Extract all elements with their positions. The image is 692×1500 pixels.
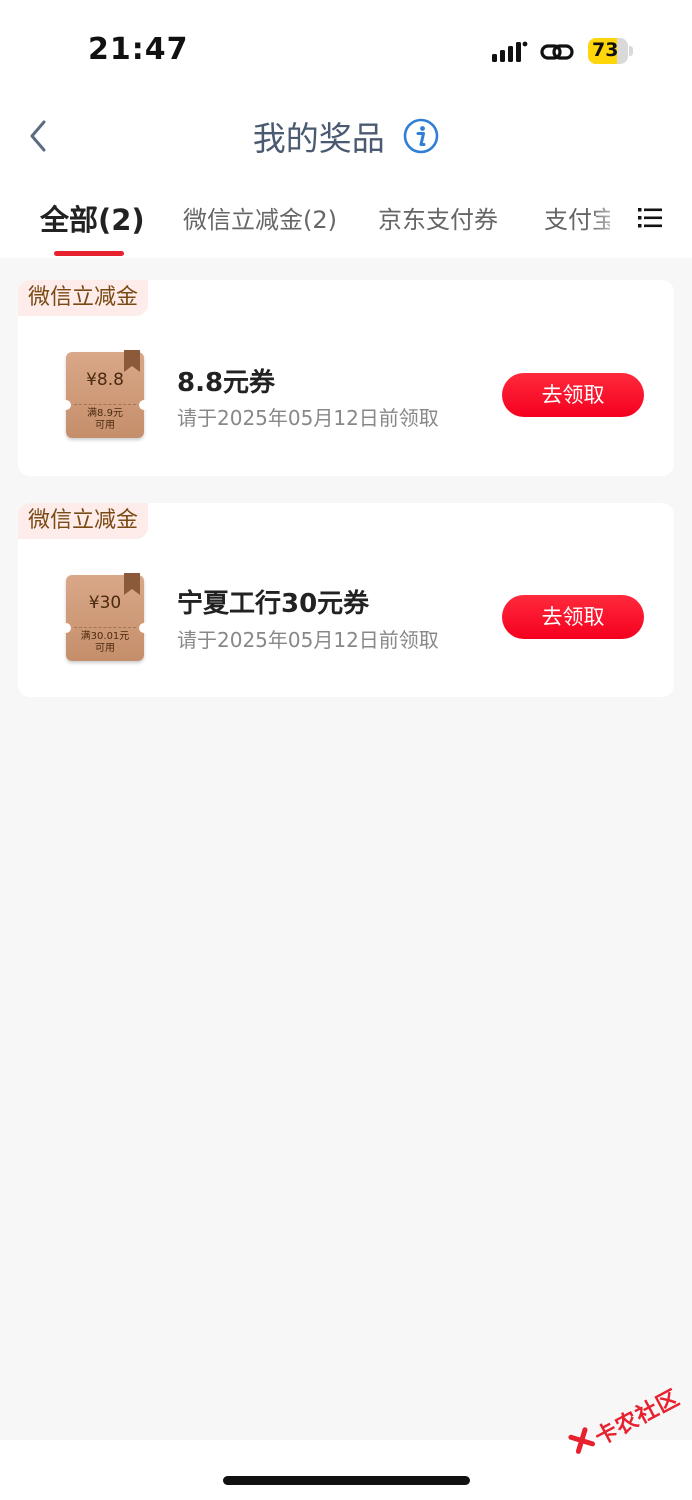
- coupon-thumbnail: ¥30 满30.01元 可用: [61, 573, 149, 661]
- coupon-ribbon-icon: [124, 573, 140, 595]
- page-title: 我的奖品: [252, 119, 385, 158]
- cellular-signal-icon: [492, 41, 528, 62]
- active-tab-indicator: [54, 251, 124, 256]
- tab-jd-pay-coupon[interactable]: 京东支付券: [378, 200, 498, 235]
- info-icon[interactable]: [403, 118, 439, 154]
- tab-bar: 全部(2) 微信立减金(2) 京东支付券 支付宝: [0, 180, 692, 258]
- battery-level: 73: [592, 39, 619, 61]
- coupon-condition-line: 可用: [95, 643, 115, 654]
- prize-title: 宁夏工行30元券: [177, 589, 370, 619]
- list-menu-icon[interactable]: [636, 204, 664, 232]
- tab-fade: [590, 180, 630, 250]
- coupon-amount: ¥8.8: [86, 370, 124, 390]
- tab-all[interactable]: 全部(2): [40, 197, 145, 239]
- prize-category-tag: 微信立减金: [18, 280, 149, 316]
- home-indicator[interactable]: [223, 1476, 470, 1485]
- claim-button[interactable]: 去领取: [502, 373, 644, 417]
- header: 我的奖品: [0, 100, 692, 180]
- coupon-condition: 满8.9元 可用: [66, 408, 144, 432]
- claim-button[interactable]: 去领取: [502, 595, 644, 639]
- coupon-condition-line: 满8.9元: [87, 408, 123, 419]
- coupon-thumbnail: ¥8.8 满8.9元 可用: [61, 350, 149, 438]
- prize-card: 微信立减金 ¥30 满30.01元 可用 宁夏工行30元券 请于2025年05月…: [18, 503, 674, 697]
- prize-deadline: 请于2025年05月12日前领取: [177, 628, 439, 652]
- battery-icon: 73: [588, 38, 634, 64]
- prize-deadline: 请于2025年05月12日前领取: [177, 406, 439, 430]
- page-title-row: 我的奖品: [0, 112, 692, 160]
- status-time: 21:47: [88, 32, 189, 67]
- status-bar: 21:47 73: [0, 0, 692, 100]
- prize-category-tag: 微信立减金: [18, 503, 149, 539]
- coupon-ribbon-icon: [124, 350, 140, 372]
- tab-wechat-discount[interactable]: 微信立减金(2): [183, 200, 337, 235]
- coupon-condition-line: 满30.01元: [80, 631, 130, 642]
- coupon-condition-line: 可用: [95, 420, 115, 431]
- prize-title: 8.8元券: [177, 368, 276, 398]
- coupon-amount: ¥30: [88, 593, 122, 613]
- coupon-condition: 满30.01元 可用: [66, 631, 144, 655]
- link-icon: [540, 44, 574, 60]
- prize-card: 微信立减金 ¥8.8 满8.9元 可用 8.8元券 请于2025年05月12日前…: [18, 280, 674, 476]
